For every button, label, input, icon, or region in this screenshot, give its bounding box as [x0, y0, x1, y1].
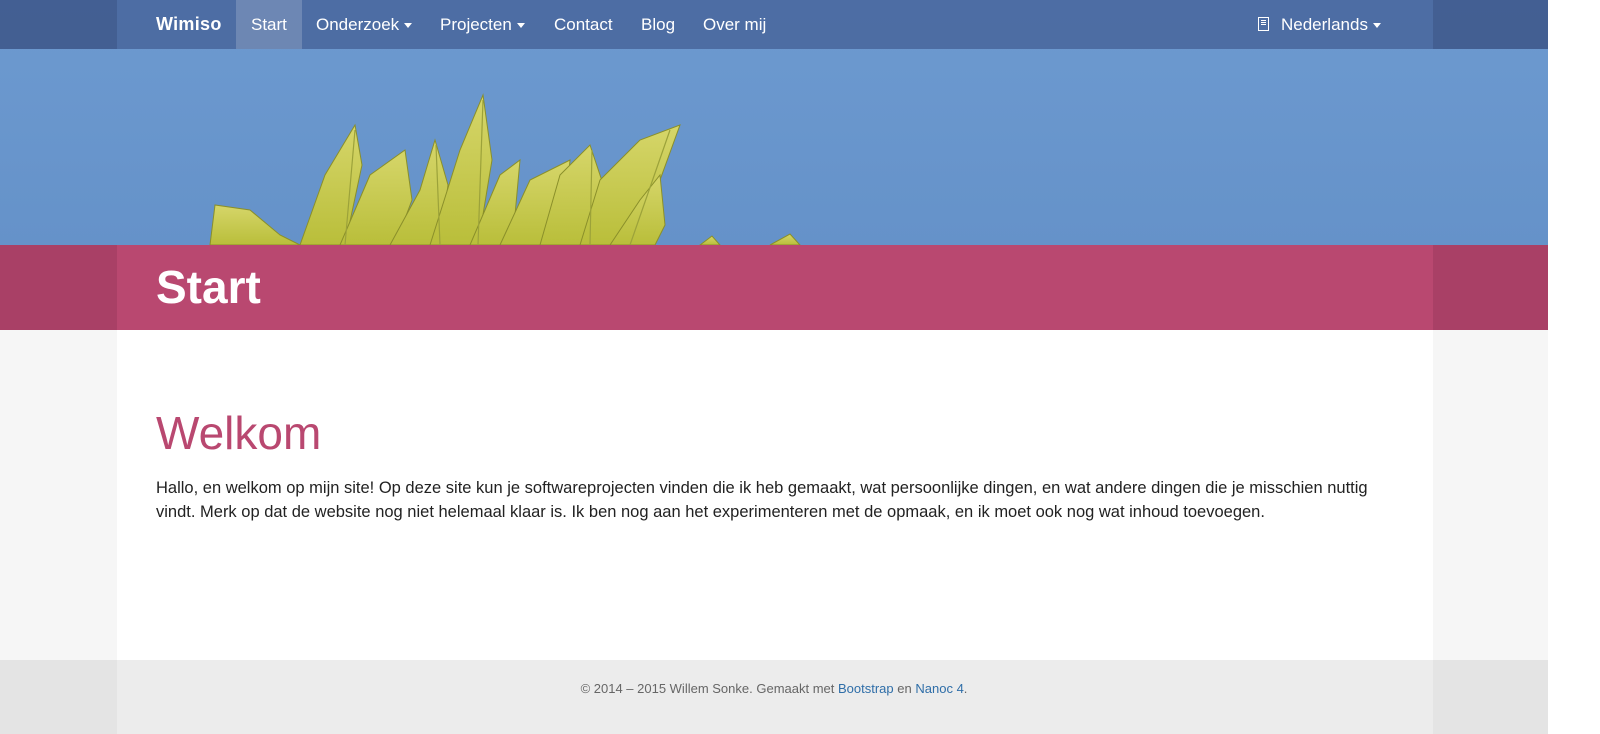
bootstrap-link[interactable]: Bootstrap [838, 681, 894, 696]
nav-item-projecten[interactable]: Projecten [440, 0, 525, 49]
footer-conjunction: en [897, 681, 912, 696]
nav-item-contact[interactable]: Contact [554, 0, 613, 49]
page: Wimiso Start Onderzoek Projecten Contact… [0, 0, 1548, 734]
nav-item-label: Over mij [703, 15, 767, 34]
nav-item-start[interactable]: Start [236, 0, 302, 49]
nav-item-label: Start [251, 15, 287, 34]
footer-text: © 2014 – 2015 Willem Sonke. Gemaakt met … [0, 681, 1548, 696]
navbar-edge-left [0, 0, 117, 49]
page-title: Start [156, 261, 261, 313]
footer-edge-right [1433, 660, 1548, 734]
caret-down-icon [516, 23, 525, 29]
page-title-band: Start [0, 245, 1548, 330]
window-right-strip [1548, 0, 1600, 734]
footer-period: . [963, 681, 968, 696]
welcome-heading: Welkom [156, 407, 322, 459]
nav-item-label: Contact [554, 15, 613, 34]
language-label: Nederlands [1281, 15, 1368, 34]
nav-item-label: Onderzoek [316, 15, 400, 34]
brand-link[interactable]: Wimiso [156, 0, 222, 49]
caret-down-icon [404, 23, 413, 29]
book-icon [1258, 17, 1269, 31]
nav-item-onderzoek[interactable]: Onderzoek [316, 0, 413, 49]
footer-edge-left [0, 660, 117, 734]
title-band-edge-left [0, 245, 117, 330]
title-band-edge-right [1433, 245, 1548, 330]
main-content: Welkom Hallo, en welkom op mijn site! Op… [117, 330, 1433, 660]
nav-item-blog[interactable]: Blog [641, 0, 675, 49]
caret-down-icon [1372, 23, 1381, 29]
intro-paragraph: Hallo, en welkom op mijn site! Op deze s… [156, 479, 1368, 521]
navbar-edge-right [1433, 0, 1548, 49]
copyright-text: © 2014 – 2015 Willem Sonke. Gemaakt met [580, 681, 835, 696]
nav-item-label: Projecten [440, 15, 512, 34]
nav-item-over-mij[interactable]: Over mij [703, 0, 766, 49]
navbar-inner: Wimiso Start Onderzoek Projecten Contact… [117, 0, 1433, 49]
nav-item-label: Blog [641, 15, 676, 34]
nanoc-link[interactable]: Nanoc 4 [915, 681, 963, 696]
language-dropdown[interactable]: Nederlands [1258, 0, 1381, 49]
footer: © 2014 – 2015 Willem Sonke. Gemaakt met … [0, 660, 1548, 734]
top-navbar: Wimiso Start Onderzoek Projecten Contact… [0, 0, 1548, 49]
